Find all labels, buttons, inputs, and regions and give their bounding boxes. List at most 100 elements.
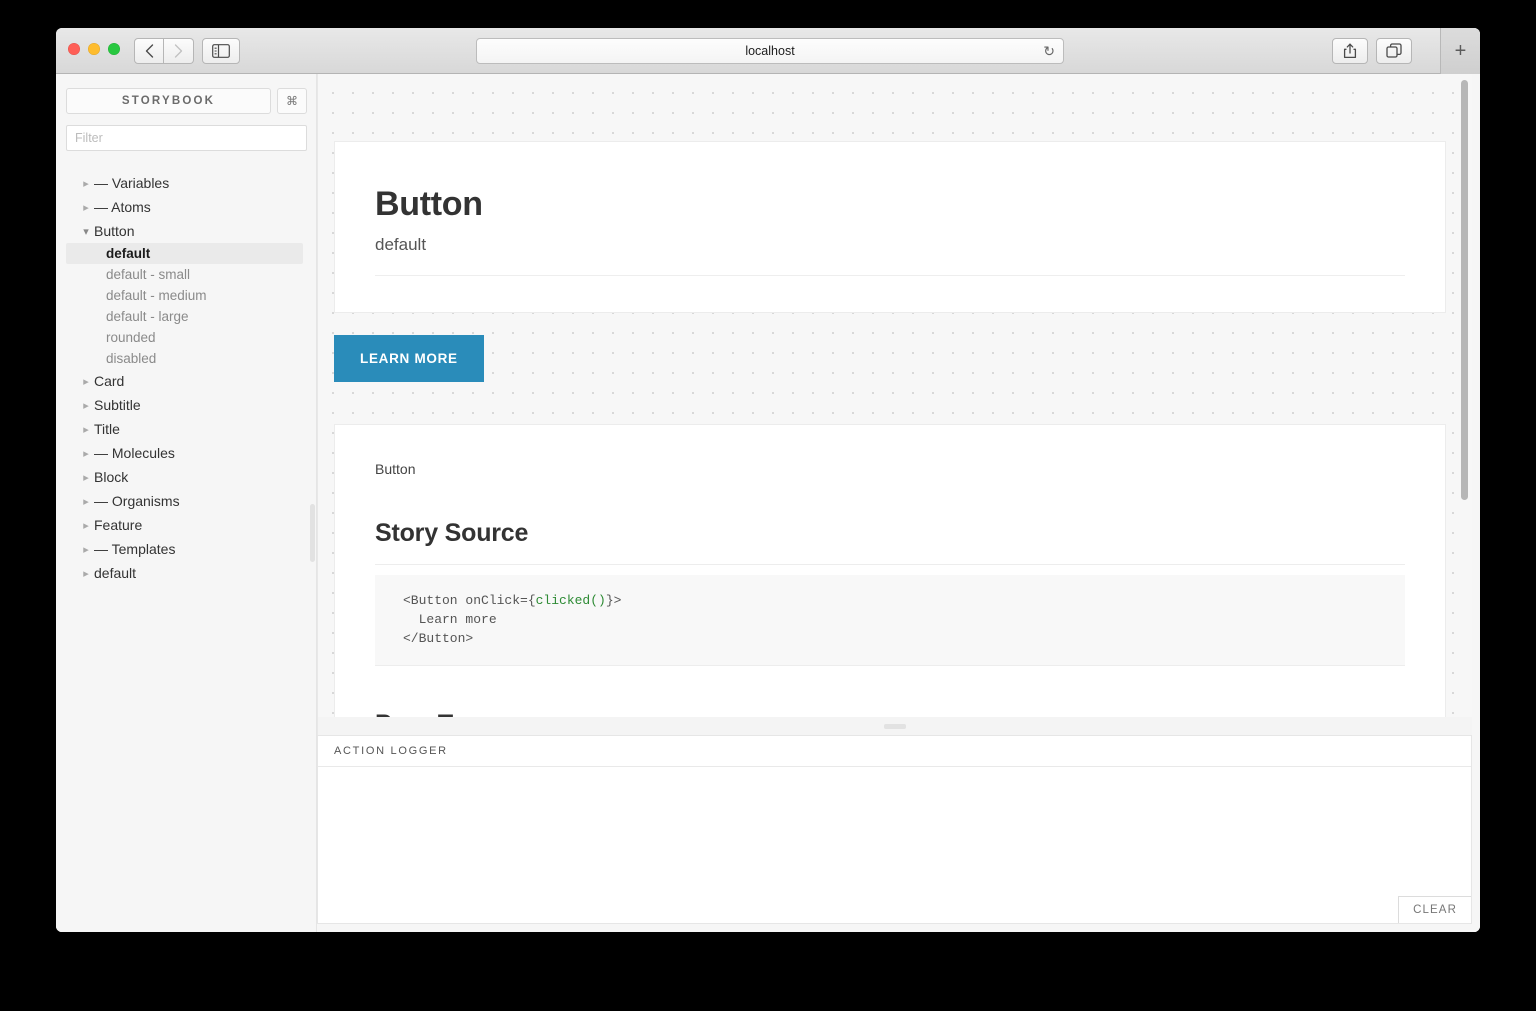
tree-item-subtitle[interactable]: ▸ Subtitle	[66, 393, 307, 417]
address-bar-text: localhost	[745, 44, 795, 58]
story-item-default-small[interactable]: default - small	[66, 264, 303, 285]
tree-item-label: — Organisms	[94, 493, 180, 509]
docs-component-name: Button	[375, 461, 416, 477]
chevron-right-icon[interactable]: ▸	[78, 471, 94, 484]
tree-item-label: — Atoms	[94, 199, 151, 215]
chevron-right-icon[interactable]: ▸	[78, 495, 94, 508]
tree-item-label: Feature	[94, 517, 143, 533]
chevron-right-icon[interactable]: ▸	[78, 567, 94, 580]
page-subtitle: default	[375, 235, 427, 255]
story-item-label: disabled	[106, 351, 157, 366]
tree-item-label: — Variables	[94, 175, 170, 191]
address-bar[interactable]: localhost ↻	[476, 38, 1064, 64]
chevron-right-icon[interactable]: ▸	[78, 375, 94, 388]
story-item-label: rounded	[106, 330, 156, 345]
tree-item-label: default	[94, 565, 137, 581]
tree-item-label: — Templates	[94, 541, 176, 557]
divider	[375, 564, 1405, 565]
action-logger-panel: ACTION LOGGER CLEAR	[317, 735, 1472, 924]
story-item-label: default - large	[106, 309, 189, 324]
show-tabs-button[interactable]	[1376, 38, 1412, 64]
story-preview-pane: Button default LEARN MORE Button Story S…	[317, 74, 1472, 717]
new-tab-label: +	[1454, 39, 1467, 62]
filter-input[interactable]	[66, 125, 307, 151]
story-item-disabled[interactable]: disabled	[66, 348, 303, 369]
command-key-icon: ⌘	[286, 94, 298, 108]
tree-item-label: Card	[94, 373, 125, 389]
tree-item-block[interactable]: ▸ Block	[66, 465, 307, 489]
tree-item-molecules[interactable]: ▸ — Molecules	[66, 441, 307, 465]
tree-item-default[interactable]: ▸ default	[66, 561, 307, 585]
browser-titlebar: localhost ↻ +	[56, 28, 1480, 74]
chevron-right-icon[interactable]: ▸	[78, 177, 94, 190]
tree-item-label: Block	[94, 469, 129, 485]
panel-resize-zone	[317, 717, 1472, 735]
story-item-rounded[interactable]: rounded	[66, 327, 303, 348]
chevron-down-icon[interactable]: ▾	[78, 225, 94, 238]
forward-button[interactable]	[164, 38, 194, 64]
panel-resize-handle[interactable]	[884, 723, 906, 729]
chevron-right-icon[interactable]: ▸	[78, 201, 94, 214]
action-logger-title: ACTION LOGGER	[318, 736, 1471, 767]
sidebar-scrollbar-thumb[interactable]	[310, 504, 315, 562]
tree-item-variables[interactable]: ▸ — Variables	[66, 171, 307, 195]
preview-scrollbar-thumb[interactable]	[1461, 80, 1468, 500]
chevron-right-icon[interactable]: ▸	[78, 543, 94, 556]
back-button[interactable]	[134, 38, 164, 64]
code-line-3: </Button>	[403, 631, 474, 647]
maximize-window-button[interactable]	[108, 43, 120, 55]
divider	[375, 664, 1405, 666]
story-item-default[interactable]: default	[66, 243, 303, 264]
learn-more-button[interactable]: LEARN MORE	[334, 335, 484, 382]
chevron-right-icon[interactable]: ▸	[78, 519, 94, 532]
storybook-brand-button[interactable]: STORYBOOK	[66, 88, 271, 114]
chevron-right-icon[interactable]: ▸	[78, 423, 94, 436]
story-docs-card: Button Story Source <Button onClick={cli…	[334, 424, 1446, 717]
action-logger-body: CLEAR	[318, 767, 1471, 923]
story-item-label: default - medium	[106, 288, 207, 303]
page-title: Button	[375, 185, 483, 223]
storybook-main: Button default LEARN MORE Button Story S…	[317, 74, 1480, 932]
tree-item-organisms[interactable]: ▸ — Organisms	[66, 489, 307, 513]
tree-item-label: — Molecules	[94, 445, 175, 461]
story-item-label: default - small	[106, 267, 191, 282]
minimize-window-button[interactable]	[88, 43, 100, 55]
share-button[interactable]	[1332, 38, 1368, 64]
tree-item-feature[interactable]: ▸ Feature	[66, 513, 307, 537]
reload-icon[interactable]: ↻	[1043, 44, 1055, 58]
story-item-default-medium[interactable]: default - medium	[66, 285, 303, 306]
prop-types-heading: Prop Types	[375, 710, 1405, 717]
new-tab-button[interactable]: +	[1440, 28, 1480, 74]
story-item-default-large[interactable]: default - large	[66, 306, 303, 327]
tree-item-label: Button	[94, 223, 135, 239]
story-source-code: <Button onClick={clicked()}> Learn more …	[375, 575, 1405, 665]
sidebar-header: STORYBOOK ⌘	[66, 88, 307, 114]
tree-item-title[interactable]: ▸ Title	[66, 417, 307, 441]
chevron-right-icon[interactable]: ▸	[78, 399, 94, 412]
tree-item-atoms[interactable]: ▸ — Atoms	[66, 195, 307, 219]
sidebar-toggle-icon	[212, 44, 230, 58]
close-window-button[interactable]	[68, 43, 80, 55]
code-line-1-prefix: <Button onClick={	[403, 593, 536, 608]
sidebar-toggle-button[interactable]	[202, 38, 240, 64]
tree-item-button[interactable]: ▾ Button	[66, 219, 307, 243]
code-line-1-suffix: }>	[605, 593, 622, 608]
window-controls	[68, 43, 120, 55]
story-demo-area: LEARN MORE	[334, 313, 1472, 404]
code-line-2: Learn more	[403, 612, 497, 628]
tree-item-templates[interactable]: ▸ — Templates	[66, 537, 307, 561]
code-line-1-function: clicked()	[535, 593, 606, 608]
story-header-card: Button default	[334, 141, 1446, 313]
divider	[375, 275, 1405, 277]
browser-window: localhost ↻ + STORYBOOK ⌘ Filter ▸ — Var…	[56, 28, 1480, 932]
shortcuts-button[interactable]: ⌘	[277, 88, 307, 114]
chevron-right-icon	[174, 44, 183, 58]
tree-item-card[interactable]: ▸ Card	[66, 369, 307, 393]
chevron-right-icon[interactable]: ▸	[78, 447, 94, 460]
tabs-icon	[1386, 43, 1402, 58]
clear-button[interactable]: CLEAR	[1398, 896, 1471, 923]
chevron-left-icon	[145, 44, 153, 58]
tree-item-label: Subtitle	[94, 397, 141, 413]
page-content: STORYBOOK ⌘ ▸ — Variables ▸ — Atoms ▾	[56, 74, 1480, 932]
storybook-sidebar: STORYBOOK ⌘ ▸ — Variables ▸ — Atoms ▾	[56, 74, 317, 932]
